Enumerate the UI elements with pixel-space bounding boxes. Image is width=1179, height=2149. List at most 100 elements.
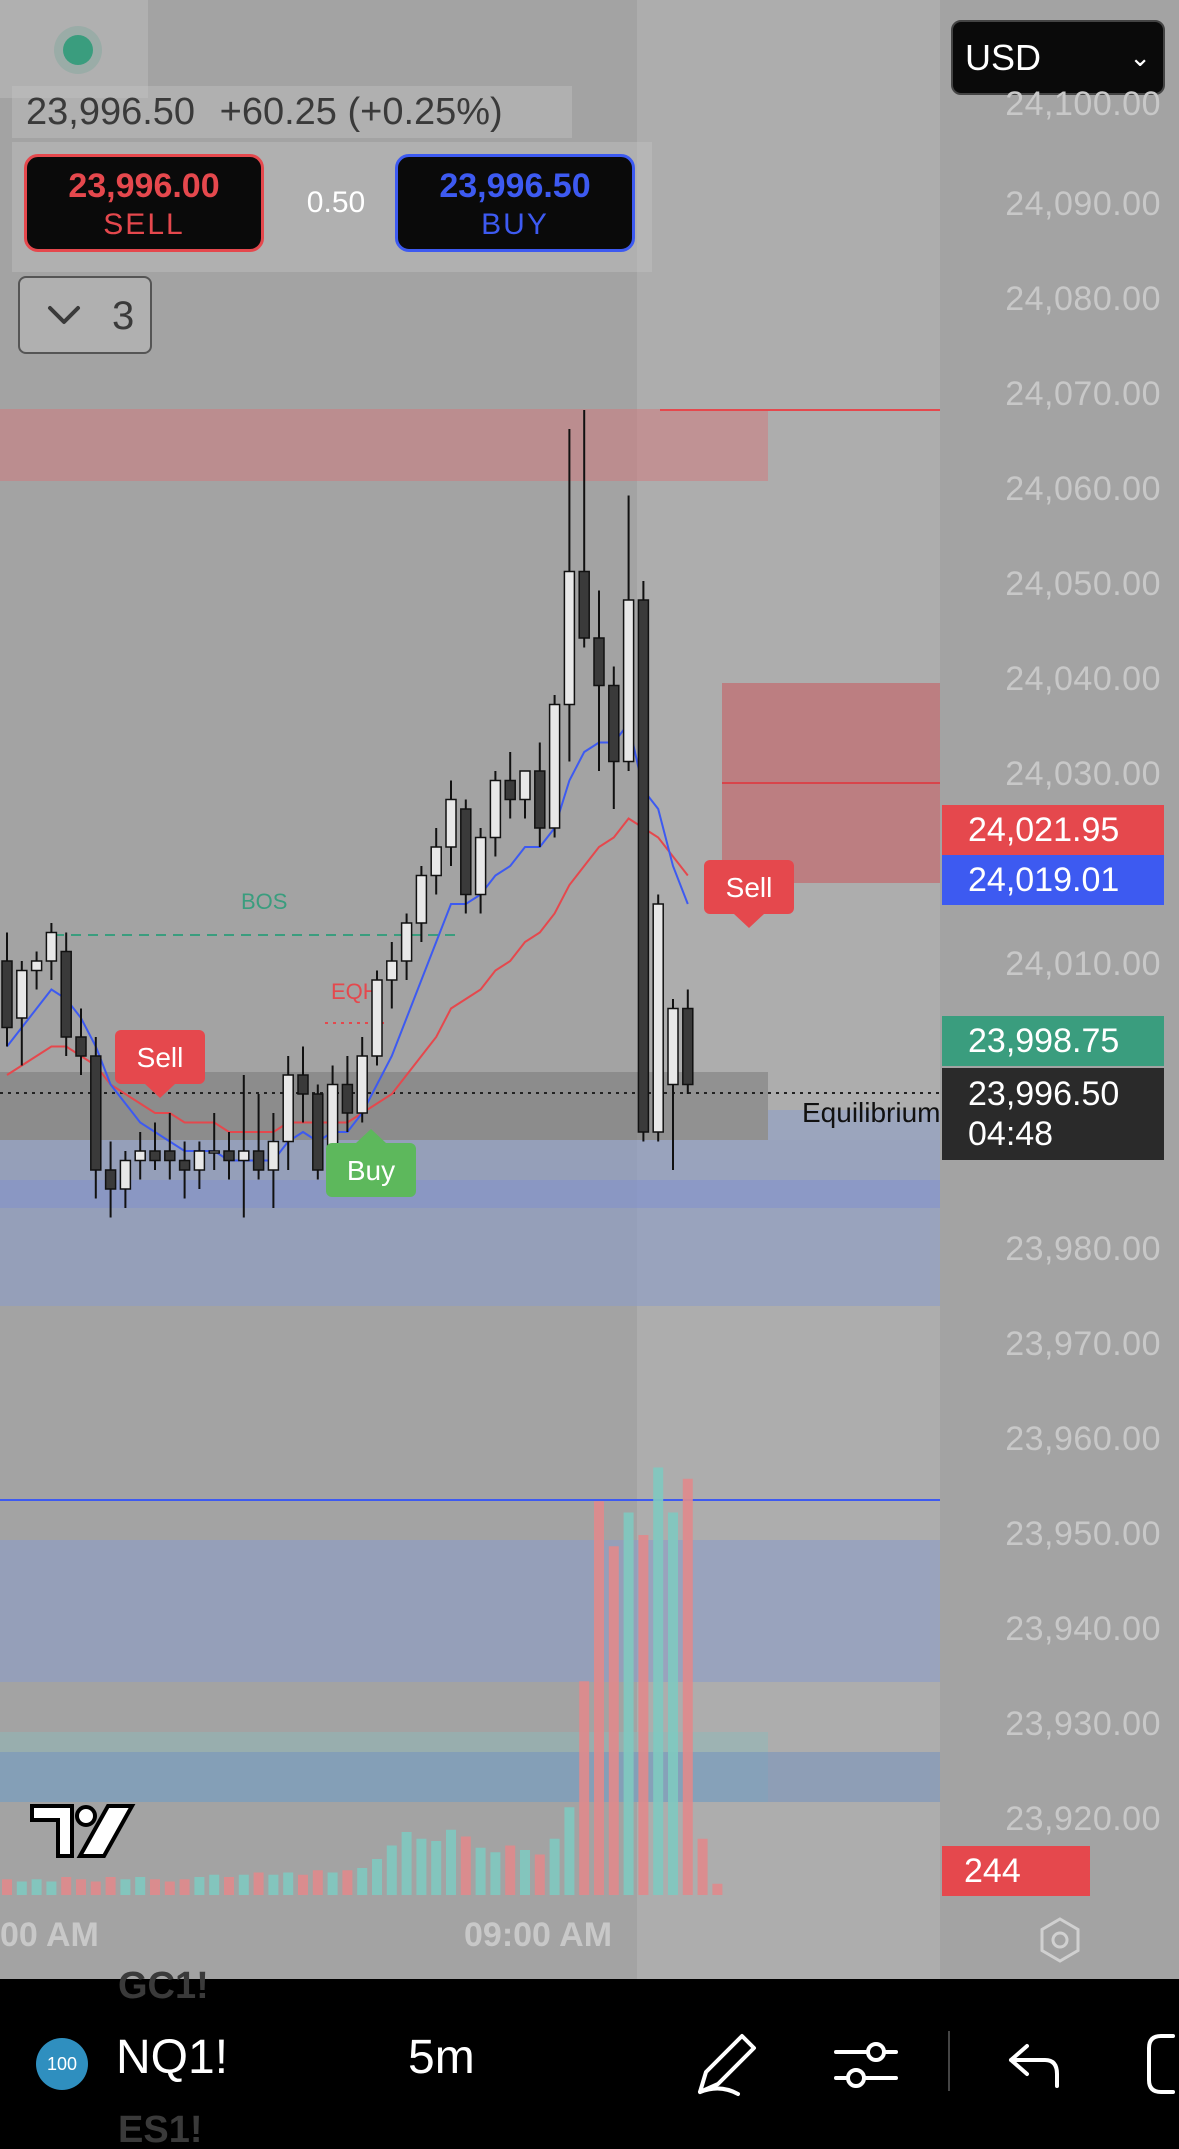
candle-body [430,846,442,877]
indicator-count: 3 [112,294,135,338]
candle-body [208,1150,220,1154]
volume-badge: 244 [942,1846,1090,1896]
candle-body [267,1140,280,1171]
sell-button[interactable]: 23,996.00 SELL [24,154,264,252]
volume-bar [120,1879,131,1895]
volume-bar [357,1868,368,1895]
buy-label: BUY [481,208,549,241]
volume-bar [327,1872,338,1895]
symbol-button[interactable]: NQ1! [116,2030,228,2085]
volume-bar [682,1478,693,1895]
volume-bar [61,1877,72,1895]
buy-signal-text: Buy [347,1155,395,1186]
candle [504,752,516,819]
volume-bar [90,1881,101,1895]
price-axis-label: 24,050.00 [1005,565,1161,603]
fullscreen-icon[interactable] [1143,2028,1179,2100]
candle-body [252,1150,265,1171]
volume-bar [401,1832,412,1895]
volume-bar [697,1838,708,1895]
volume-bar [490,1852,501,1895]
price-axis-label: 24,060.00 [1005,470,1161,508]
indicators-sliders-icon[interactable] [830,2028,902,2100]
candle [519,770,531,819]
candle [45,923,58,980]
volume-bar [712,1883,723,1895]
candle-body [297,1074,309,1095]
volume-bar [31,1879,42,1895]
volume-bar [505,1845,516,1895]
candle-body [637,599,650,1133]
candle-body [593,637,605,687]
candle [415,866,428,942]
price-chart[interactable]: BOSEQHEquilibriumSellBuySell [0,0,1179,1979]
supply-zone [0,409,768,481]
candle [608,666,620,809]
blue-ma-badge: 24,019.01 [942,855,1164,905]
demand-zone [0,1540,940,1682]
chevron-down-icon: ⌄ [1129,42,1151,72]
candle-body [445,798,457,848]
candle-body [400,922,413,962]
currency-select[interactable]: USD ⌄ [951,20,1165,95]
candle-body [534,770,546,829]
chart-area[interactable]: BOS EQH Equilibrium Sell Buy Sell 23,996.50 +… [0,0,1179,1979]
live-status-icon [54,26,102,74]
sell-signal-text: Sell [137,1042,184,1073]
volume-bar [283,1872,294,1895]
last-price-badge: 23,996.50 04:48 [942,1068,1164,1160]
volume-bar [164,1881,175,1895]
volume-bar [46,1881,57,1895]
currency-value: USD [965,37,1042,78]
candle-body [16,969,28,1019]
volume-bar [135,1877,146,1895]
buy-button[interactable]: 23,996.50 BUY [395,154,635,252]
candle [548,695,561,838]
price-axis-label: 24,010.00 [1005,945,1161,983]
toolbar-divider [948,2031,950,2091]
candle [30,951,43,990]
volume-bar [150,1879,160,1895]
volume-bar [668,1512,678,1895]
price-axis-label: 24,040.00 [1005,660,1161,698]
undo-icon[interactable] [1003,2034,1063,2094]
candle-body [563,570,576,706]
volume-bar [431,1841,442,1895]
volume-bar [2,1879,12,1895]
volume-bar [653,1467,664,1895]
volume-bar [594,1501,604,1895]
volume-bar [209,1874,220,1895]
volume-bar [534,1854,545,1895]
candle-body [60,950,72,1038]
candle-body [386,960,398,981]
red-ma-badge: 24,021.95 [942,805,1164,855]
candle-body [282,1074,294,1143]
price-axis-label: 23,960.00 [1005,1420,1161,1458]
indicator-layers-button[interactable]: 3 [18,276,152,354]
candle [622,495,635,771]
sell-label: SELL [103,208,185,241]
candle-body [75,1036,87,1057]
volume-bar [638,1535,649,1895]
chart-settings-icon[interactable] [1035,1915,1085,1965]
candle [386,942,398,1009]
volume-bar [623,1512,634,1895]
sell-signal-text: Sell [726,872,773,903]
candle-body [104,1169,117,1190]
volume-bar [579,1681,590,1895]
sell-price: 23,996.00 [68,167,220,205]
quote-line: 23,996.50 +60.25 (+0.25%) [12,86,572,138]
timeframe-button[interactable]: 5m [408,2030,475,2085]
time-axis-label: 00 AM [0,1916,99,1954]
candle-body [652,903,664,1133]
candle-body [474,836,487,896]
draw-pencil-icon[interactable] [690,2028,762,2100]
candle-body [178,1159,191,1171]
candle-body [119,1159,132,1190]
candle-body [682,1007,694,1086]
candle-body [30,960,43,972]
volume-bar [372,1859,382,1895]
volume-bar [179,1879,190,1895]
candle-body [149,1150,161,1162]
candle-body [164,1150,176,1162]
